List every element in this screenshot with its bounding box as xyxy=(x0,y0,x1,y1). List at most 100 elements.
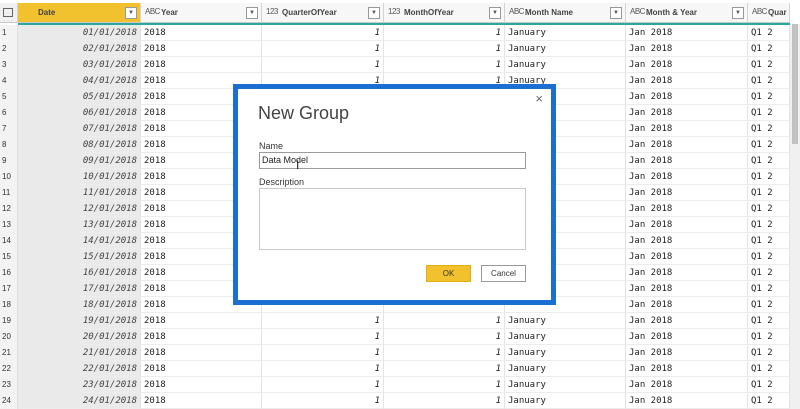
table-cell[interactable]: Q1 2 xyxy=(748,281,790,297)
table-cell[interactable]: Jan 2018 xyxy=(626,153,748,169)
table-cell[interactable]: Q1 2 xyxy=(748,153,790,169)
table-cell[interactable]: Jan 2018 xyxy=(626,105,748,121)
table-cell[interactable]: Jan 2018 xyxy=(626,121,748,137)
table-cell[interactable]: 1 xyxy=(384,57,505,73)
column-header-3[interactable]: 123 MonthOfYear ▼ xyxy=(384,3,505,23)
table-cell[interactable]: Jan 2018 xyxy=(626,185,748,201)
table-cell[interactable]: Jan 2018 xyxy=(626,233,748,249)
table-cell[interactable]: 1 xyxy=(262,313,384,329)
table-cell[interactable]: Q1 2 xyxy=(748,25,790,41)
table-cell[interactable]: Q1 2 xyxy=(748,217,790,233)
table-row[interactable]: 19 19/01/2018 2018 1 1 January Jan 2018 Q1 2 xyxy=(0,313,800,329)
table-cell[interactable]: 02/01/2018 xyxy=(18,41,141,57)
table-cell[interactable]: Jan 2018 xyxy=(626,329,748,345)
table-cell[interactable]: Q1 2 xyxy=(748,313,790,329)
table-cell[interactable]: January xyxy=(505,41,626,57)
table-cell[interactable]: 2018 xyxy=(141,25,262,41)
table-cell[interactable]: 14/01/2018 xyxy=(18,233,141,249)
table-cell[interactable]: 1 xyxy=(384,25,505,41)
table-cell[interactable]: 1 xyxy=(384,313,505,329)
table-cell[interactable]: Q1 2 xyxy=(748,329,790,345)
table-cell[interactable]: 05/01/2018 xyxy=(18,89,141,105)
table-cell[interactable]: Q1 2 xyxy=(748,201,790,217)
table-cell[interactable]: Q1 2 xyxy=(748,377,790,393)
table-cell[interactable]: Jan 2018 xyxy=(626,137,748,153)
table-cell[interactable]: Jan 2018 xyxy=(626,217,748,233)
column-header-6[interactable]: ABC Quar xyxy=(748,3,790,23)
table-cell[interactable]: Jan 2018 xyxy=(626,377,748,393)
table-cell[interactable]: 21/01/2018 xyxy=(18,345,141,361)
table-cell[interactable]: January xyxy=(505,329,626,345)
table-cell[interactable]: 23/01/2018 xyxy=(18,377,141,393)
table-cell[interactable]: 2018 xyxy=(141,361,262,377)
type-icon[interactable]: 123 xyxy=(388,7,400,16)
column-header-1[interactable]: ABC Year ▼ xyxy=(141,3,262,23)
column-header-2[interactable]: 123 QuarterOfYear ▼ xyxy=(262,3,384,23)
table-row[interactable]: 2 02/01/2018 2018 1 1 January Jan 2018 Q1 2 xyxy=(0,41,800,57)
table-cell[interactable]: 22/01/2018 xyxy=(18,361,141,377)
filter-dropdown-icon[interactable]: ▼ xyxy=(368,7,380,19)
table-cell[interactable]: Q1 2 xyxy=(748,89,790,105)
table-cell[interactable]: 16/01/2018 xyxy=(18,265,141,281)
close-icon[interactable]: × xyxy=(535,91,543,106)
table-row[interactable]: 23 23/01/2018 2018 1 1 January Jan 2018 Q1 2 xyxy=(0,377,800,393)
table-cell[interactable]: Q1 2 xyxy=(748,233,790,249)
ok-button[interactable]: OK xyxy=(426,265,471,282)
table-cell[interactable]: 1 xyxy=(262,25,384,41)
table-cell[interactable]: 01/01/2018 xyxy=(18,25,141,41)
table-cell[interactable]: 1 xyxy=(262,377,384,393)
table-cell[interactable]: 1 xyxy=(262,393,384,409)
table-cell[interactable]: 2018 xyxy=(141,313,262,329)
table-cell[interactable]: Jan 2018 xyxy=(626,201,748,217)
filter-dropdown-icon[interactable]: ▼ xyxy=(246,7,258,19)
table-cell[interactable]: January xyxy=(505,361,626,377)
table-cell[interactable]: Q1 2 xyxy=(748,249,790,265)
column-header-4[interactable]: ABC Month Name ▼ xyxy=(505,3,626,23)
table-cell[interactable]: 20/01/2018 xyxy=(18,329,141,345)
table-row[interactable]: 20 20/01/2018 2018 1 1 January Jan 2018 Q1 2 xyxy=(0,329,800,345)
filter-dropdown-icon[interactable]: ▼ xyxy=(125,7,137,19)
table-cell[interactable]: 1 xyxy=(384,41,505,57)
table-cell[interactable]: 24/01/2018 xyxy=(18,393,141,409)
column-header-0[interactable]: Date ▼ xyxy=(18,3,141,23)
table-cell[interactable]: 1 xyxy=(262,41,384,57)
table-cell[interactable]: Q1 2 xyxy=(748,105,790,121)
table-cell[interactable]: 1 xyxy=(262,361,384,377)
table-cell[interactable]: Q1 2 xyxy=(748,393,790,409)
table-cell[interactable]: 2018 xyxy=(141,345,262,361)
table-cell[interactable]: 04/01/2018 xyxy=(18,73,141,89)
table-cell[interactable]: 1 xyxy=(384,393,505,409)
table-cell[interactable]: 17/01/2018 xyxy=(18,281,141,297)
table-cell[interactable]: Jan 2018 xyxy=(626,361,748,377)
table-cell[interactable]: 1 xyxy=(384,329,505,345)
table-cell[interactable]: 06/01/2018 xyxy=(18,105,141,121)
table-cell[interactable]: 15/01/2018 xyxy=(18,249,141,265)
table-cell[interactable]: 1 xyxy=(262,345,384,361)
type-icon[interactable]: 123 xyxy=(266,7,278,16)
table-cell[interactable]: 19/01/2018 xyxy=(18,313,141,329)
table-row[interactable]: 1 01/01/2018 2018 1 1 January Jan 2018 Q1 2 xyxy=(0,25,800,41)
table-cell[interactable]: Jan 2018 xyxy=(626,169,748,185)
table-cell[interactable]: Jan 2018 xyxy=(626,25,748,41)
table-cell[interactable]: Jan 2018 xyxy=(626,89,748,105)
filter-dropdown-icon[interactable]: ▼ xyxy=(732,7,744,19)
table-cell[interactable]: January xyxy=(505,57,626,73)
table-cell[interactable]: 09/01/2018 xyxy=(18,153,141,169)
table-row[interactable]: 22 22/01/2018 2018 1 1 January Jan 2018 Q1 2 xyxy=(0,361,800,377)
table-cell[interactable]: 13/01/2018 xyxy=(18,217,141,233)
table-cell[interactable]: 1 xyxy=(384,361,505,377)
column-header-5[interactable]: ABC Month & Year ▼ xyxy=(626,3,748,23)
table-cell[interactable]: Jan 2018 xyxy=(626,393,748,409)
filter-dropdown-icon[interactable]: ▼ xyxy=(610,7,622,19)
table-cell[interactable]: Jan 2018 xyxy=(626,265,748,281)
table-cell[interactable]: 2018 xyxy=(141,57,262,73)
table-cell[interactable]: 2018 xyxy=(141,329,262,345)
table-cell[interactable]: Q1 2 xyxy=(748,169,790,185)
table-cell[interactable]: Q1 2 xyxy=(748,361,790,377)
table-cell[interactable]: January xyxy=(505,25,626,41)
cancel-button[interactable]: Cancel xyxy=(481,265,526,282)
table-row[interactable]: 21 21/01/2018 2018 1 1 January Jan 2018 Q1 2 xyxy=(0,345,800,361)
table-cell[interactable]: Jan 2018 xyxy=(626,345,748,361)
table-cell[interactable]: Q1 2 xyxy=(748,121,790,137)
table-cell[interactable]: Q1 2 xyxy=(748,73,790,89)
